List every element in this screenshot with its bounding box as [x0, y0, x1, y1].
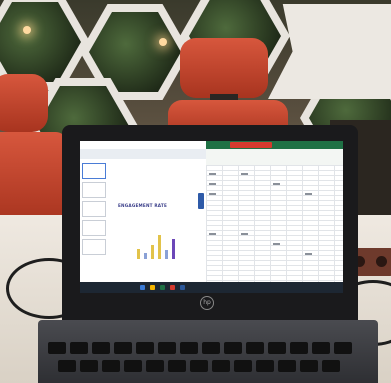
taskbar-icon — [170, 285, 175, 290]
side-badge — [198, 193, 204, 209]
chair-headrest — [180, 38, 268, 98]
chart-bar — [158, 235, 161, 259]
photo-scene: ENGAGEMENT RATE hp — [0, 0, 391, 383]
slide-thumbnail — [82, 220, 106, 236]
presentation-window: ENGAGEMENT RATE — [80, 141, 206, 282]
laptop-screen: ENGAGEMENT RATE — [80, 141, 343, 293]
cell-text — [241, 233, 248, 235]
slide-thumbnail — [82, 201, 106, 217]
chart-bar — [151, 245, 154, 259]
chart-bar — [172, 239, 175, 259]
cell-text — [209, 173, 216, 175]
taskbar-icon — [150, 285, 155, 290]
slide-thumbnail — [82, 163, 106, 179]
windows-taskbar — [80, 282, 343, 293]
alert-banner — [230, 142, 272, 148]
taskbar-icon — [140, 285, 145, 290]
cell-text — [305, 193, 312, 195]
chart-bar — [137, 249, 140, 259]
cell-text — [273, 243, 280, 245]
spreadsheet-grid — [206, 165, 343, 282]
slide-thumbnail — [82, 182, 106, 198]
spreadsheet-window — [206, 141, 343, 282]
taskbar-icon — [180, 285, 185, 290]
cell-text — [305, 253, 312, 255]
slide-thumbnails — [82, 163, 106, 258]
spreadsheet-ribbon — [206, 149, 343, 166]
chart-bar — [144, 253, 147, 259]
slide-bar-chart — [135, 223, 180, 259]
cell-text — [209, 193, 216, 195]
chart-bar — [165, 250, 168, 259]
cell-text — [273, 183, 280, 185]
left-chair-back — [0, 132, 66, 222]
spreadsheet-titlebar — [206, 141, 343, 149]
cell-text — [209, 233, 216, 235]
cell-text — [241, 173, 248, 175]
slide-title: ENGAGEMENT RATE — [118, 203, 168, 208]
left-chair-headrest — [0, 74, 48, 132]
hp-logo: hp — [200, 296, 214, 310]
presentation-toolbar — [80, 149, 206, 159]
slide-thumbnail — [82, 239, 106, 255]
cell-text — [209, 183, 216, 185]
taskbar-icon — [160, 285, 165, 290]
keyboard — [48, 338, 368, 383]
